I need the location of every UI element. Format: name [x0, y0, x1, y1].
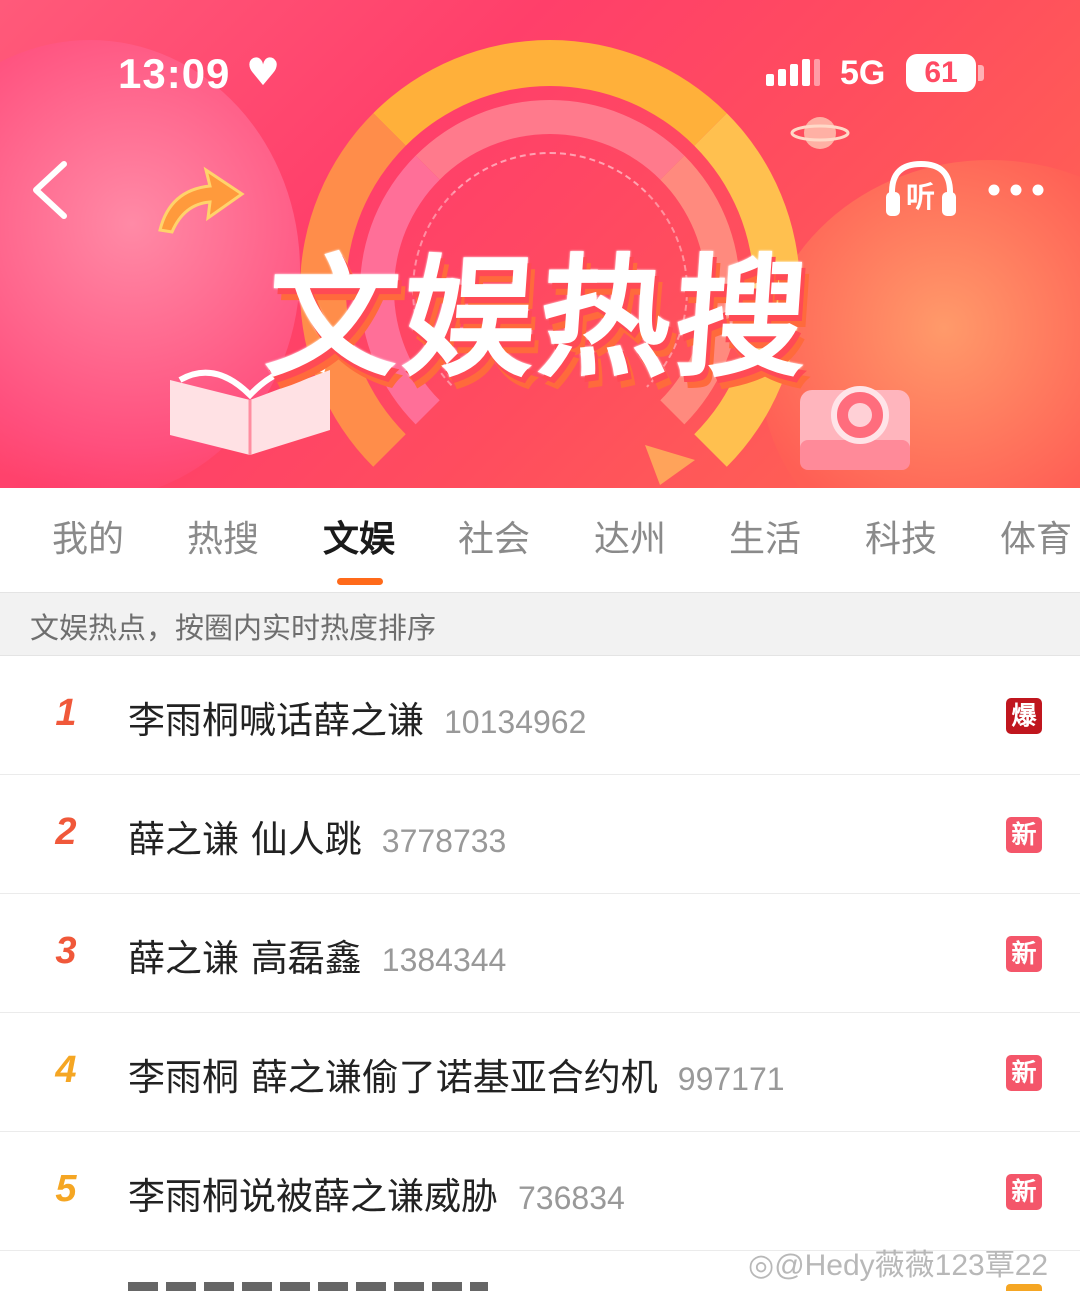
- heart-icon: ♥: [246, 50, 281, 94]
- signal-icon: [766, 59, 820, 86]
- rank-number: 4: [55, 1049, 77, 1091]
- list-item[interactable]: 3 薛之谦 高磊鑫 1384344 新: [0, 894, 1080, 1013]
- new-badge: 新: [1006, 1174, 1042, 1210]
- notice-text: 文娱热点，按圈内实时热度排序: [30, 611, 437, 645]
- header-banner: 13:09 ♥ 5G 61 听 文娱热搜: [0, 0, 1080, 488]
- banner-title: 文娱热搜: [261, 241, 817, 396]
- ranking-notice: 文娱热点，按圈内实时热度排序: [0, 592, 1080, 656]
- topic-text: 李雨桐 薛之谦偷了诺基亚合约机: [128, 1056, 658, 1099]
- more-dots-icon[interactable]: [984, 170, 1048, 210]
- tab-mine[interactable]: 我的: [52, 510, 124, 560]
- planet-illustration-icon: [790, 117, 850, 149]
- partial-row-badge-fragment: [1006, 1284, 1042, 1291]
- weibo-logo-icon: ◎: [748, 1249, 775, 1282]
- rank-number: 5: [55, 1168, 77, 1210]
- rank-number: 1: [55, 692, 77, 734]
- tab-entertainment[interactable]: 文娱: [323, 510, 395, 560]
- heat-count: 10134962: [444, 704, 587, 740]
- status-bar: 13:09 ♥ 5G 61: [0, 44, 1080, 104]
- heat-count: 1384344: [381, 942, 507, 978]
- topic-title: 李雨桐 薛之谦偷了诺基亚合约机 997171: [128, 1047, 785, 1101]
- partial-row-text-fragment: [128, 1282, 488, 1291]
- tab-sports[interactable]: 体育: [1000, 510, 1072, 560]
- list-item[interactable]: 1 李雨桐喊话薛之谦 10134962 爆: [0, 656, 1080, 775]
- tab-life[interactable]: 生活: [729, 510, 801, 560]
- topic-title: 李雨桐喊话薛之谦 10134962: [128, 690, 586, 744]
- watermark: ◎@Hedy薇薇123覃22: [748, 1240, 1048, 1284]
- list-item[interactable]: 4 李雨桐 薛之谦偷了诺基亚合约机 997171 新: [0, 1013, 1080, 1132]
- active-tab-indicator: [337, 578, 383, 585]
- tab-tech[interactable]: 科技: [865, 510, 937, 560]
- watermark-text: @Hedy薇薇123覃22: [774, 1249, 1049, 1282]
- network-type: 5G: [840, 54, 886, 92]
- list-item[interactable]: 2 薛之谦 仙人跳 3778733 新: [0, 775, 1080, 894]
- topic-text: 薛之谦 高磊鑫: [128, 937, 362, 980]
- topic-title: 李雨桐说被薛之谦威胁 736834: [128, 1166, 625, 1220]
- listen-label: 听: [906, 180, 936, 214]
- triangle-illustration-icon: [645, 445, 695, 485]
- heat-count: 997171: [677, 1061, 785, 1097]
- topic-text: 李雨桐说被薛之谦威胁: [128, 1175, 498, 1218]
- new-badge: 新: [1006, 1055, 1042, 1091]
- tab-dazhou[interactable]: 达州: [594, 510, 666, 560]
- topic-title: 薛之谦 仙人跳 3778733: [128, 809, 506, 863]
- topic-text: 李雨桐喊话薛之谦: [128, 699, 424, 742]
- topic-text: 薛之谦 仙人跳: [128, 818, 362, 861]
- new-badge: 新: [1006, 936, 1042, 972]
- battery-tip: [978, 65, 984, 81]
- new-badge: 新: [1006, 817, 1042, 853]
- heat-count: 736834: [518, 1180, 625, 1216]
- listen-button[interactable]: 听: [884, 158, 958, 220]
- back-arrow-icon[interactable]: [18, 150, 88, 230]
- topic-title: 薛之谦 高磊鑫 1384344: [128, 928, 506, 982]
- tab-society[interactable]: 社会: [458, 510, 530, 560]
- status-time: 13:09: [118, 50, 231, 97]
- rank-number: 3: [55, 930, 77, 972]
- rank-number: 2: [55, 811, 77, 853]
- battery-icon: 61: [906, 54, 976, 92]
- list-item[interactable]: 5 李雨桐说被薛之谦威胁 736834 新: [0, 1132, 1080, 1251]
- heat-count: 3778733: [381, 823, 507, 859]
- tab-hot-search[interactable]: 热搜: [187, 510, 259, 560]
- hot-badge: 爆: [1006, 698, 1042, 734]
- category-tabs: 我的 热搜 文娱 社会 达州 生活 科技 体育: [0, 488, 1080, 592]
